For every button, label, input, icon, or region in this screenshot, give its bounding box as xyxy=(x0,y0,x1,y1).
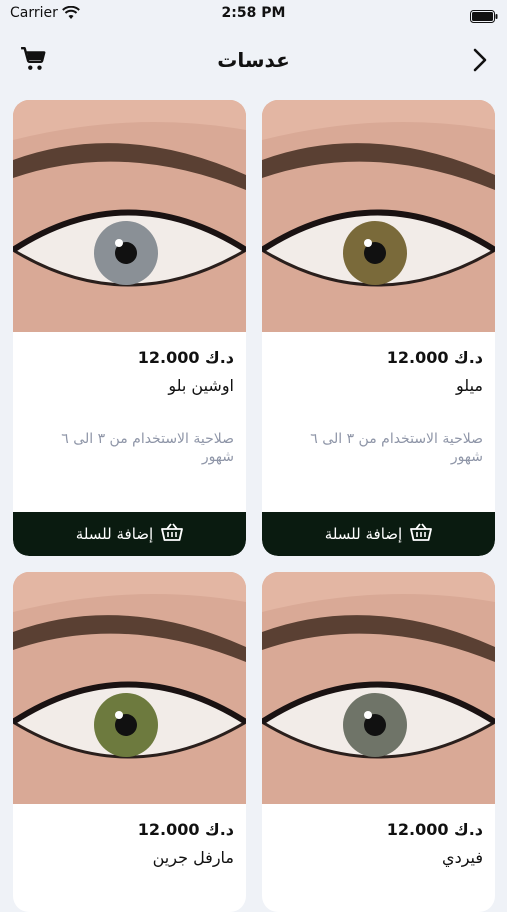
product-image xyxy=(13,100,246,332)
page-title: عدسات xyxy=(217,48,290,72)
product-card[interactable]: د.ك 12.000 فيردي xyxy=(262,572,495,912)
product-card[interactable]: د.ك 12.000 اوشين بلو صلاحية الاستخدام من… xyxy=(13,100,246,556)
battery-icon xyxy=(470,8,498,27)
add-to-cart-button[interactable]: إضافة للسلة xyxy=(262,512,495,556)
product-image xyxy=(262,572,495,804)
add-to-cart-label: إضافة للسلة xyxy=(324,525,403,543)
nav-bar: عدسات xyxy=(0,36,507,84)
product-name: فيردي xyxy=(442,848,483,867)
product-card[interactable]: د.ك 12.000 ميلو صلاحية الاستخدام من ٣ ال… xyxy=(262,100,495,556)
status-time: 2:58 PM xyxy=(221,5,286,21)
chevron-right-icon[interactable] xyxy=(470,48,490,76)
status-bar: Carrier 2:58 PM xyxy=(0,0,507,28)
product-name: ميلو xyxy=(456,376,483,395)
product-price: د.ك 12.000 xyxy=(137,348,234,367)
product-name: مارفل جرين xyxy=(152,848,234,867)
product-price: د.ك 12.000 xyxy=(386,820,483,839)
add-to-cart-label: إضافة للسلة xyxy=(75,525,154,543)
product-card[interactable]: د.ك 12.000 مارفل جرين xyxy=(13,572,246,912)
product-description: صلاحية الاستخدام من ٣ الى ٦ شهور xyxy=(61,431,234,465)
product-price: د.ك 12.000 xyxy=(386,348,483,367)
basket-icon xyxy=(161,522,184,546)
product-image xyxy=(13,572,246,804)
product-image xyxy=(262,100,495,332)
product-price: د.ك 12.000 xyxy=(137,820,234,839)
add-to-cart-button[interactable]: إضافة للسلة xyxy=(13,512,246,556)
product-name: اوشين بلو xyxy=(168,376,234,395)
basket-icon xyxy=(410,522,433,546)
product-description: صلاحية الاستخدام من ٣ الى ٦ شهور xyxy=(310,431,483,465)
